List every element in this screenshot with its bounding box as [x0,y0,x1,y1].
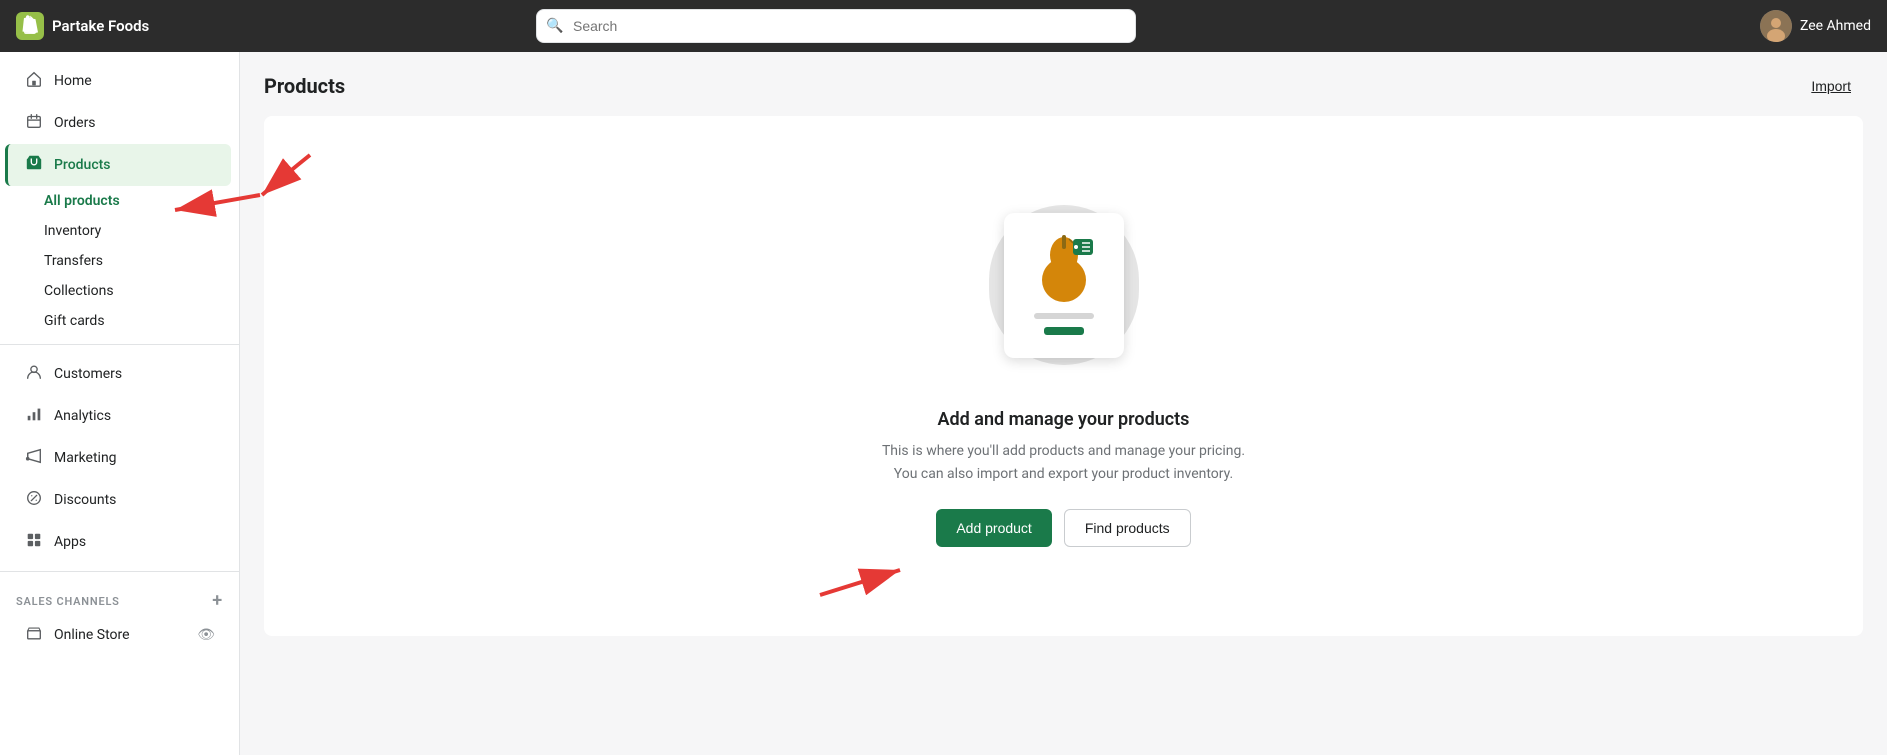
avatar [1760,10,1792,42]
search-container: 🔍 [536,9,1136,43]
orders-icon [24,112,44,134]
sales-channels-label: SALES CHANNELS [16,595,120,608]
sales-channels-section: SALES CHANNELS + [0,580,239,614]
sidebar-label-apps: Apps [54,534,86,550]
sidebar-sub-label-all-products: All products [44,193,120,209]
empty-state-card: Add and manage your products This is whe… [264,116,1863,636]
pear-svg [1029,225,1099,305]
sidebar-item-home[interactable]: Home [8,60,231,102]
online-store-icon [24,624,44,646]
products-submenu: All products Inventory Transfers Collect… [0,186,239,336]
sidebar-sub-label-transfers: Transfers [44,253,103,269]
sidebar-item-online-store[interactable]: Online Store 👁 [8,614,231,656]
sidebar: Home Orders Products All products Invent… [0,52,240,755]
discounts-icon [24,489,44,511]
sidebar-sub-label-gift-cards: Gift cards [44,313,105,329]
add-product-button[interactable]: Add product [936,509,1052,547]
product-illustration [974,185,1154,385]
marketing-icon [24,447,44,469]
illus-card [1004,213,1124,358]
sidebar-sub-inventory[interactable]: Inventory [44,216,239,246]
sidebar-label-online-store: Online Store [54,627,130,643]
sidebar-item-marketing[interactable]: Marketing [8,437,231,479]
empty-state-title: Add and manage your products [938,409,1190,430]
sidebar-label-analytics: Analytics [54,408,111,424]
online-store-eye-icon[interactable]: 👁 [197,627,215,643]
divider-1 [0,344,239,345]
find-products-button[interactable]: Find products [1064,509,1191,547]
add-sales-channel-button[interactable]: + [212,592,223,610]
sidebar-item-products[interactable]: Products [5,144,231,186]
sidebar-label-orders: Orders [54,115,96,131]
sidebar-item-customers[interactable]: Customers [8,353,231,395]
home-icon [24,70,44,92]
sidebar-label-home: Home [54,73,92,89]
cta-buttons: Add product Find products [936,509,1190,547]
divider-2 [0,571,239,572]
empty-state-description: This is where you'll add products and ma… [874,440,1254,485]
sidebar-sub-all-products[interactable]: All products [44,186,239,216]
store-logo[interactable]: Partake Foods [16,12,216,40]
sidebar-item-apps[interactable]: Apps [8,521,231,563]
topbar: Partake Foods 🔍 Zee Ahmed [0,0,1887,52]
layout: Home Orders Products All products Invent… [0,52,1887,755]
page-title: Products [264,74,345,98]
analytics-icon [24,405,44,427]
sidebar-item-analytics[interactable]: Analytics [8,395,231,437]
sidebar-item-orders[interactable]: Orders [8,102,231,144]
sidebar-sub-label-inventory: Inventory [44,223,101,239]
illus-line1 [1034,313,1094,319]
main-content: Products Import [240,52,1887,755]
products-icon [24,154,44,176]
search-input[interactable] [536,9,1136,43]
sidebar-item-discounts[interactable]: Discounts [8,479,231,521]
customers-icon [24,363,44,385]
illus-line2 [1044,327,1084,335]
sidebar-sub-label-collections: Collections [44,283,114,299]
user-name: Zee Ahmed [1800,18,1871,34]
shopify-icon [16,12,44,40]
sidebar-label-marketing: Marketing [54,450,117,466]
sidebar-label-discounts: Discounts [54,492,116,508]
sidebar-sub-transfers[interactable]: Transfers [44,246,239,276]
sidebar-label-products: Products [54,157,111,173]
sidebar-label-customers: Customers [54,366,122,382]
store-name: Partake Foods [52,17,149,35]
sidebar-sub-collections[interactable]: Collections [44,276,239,306]
apps-icon [24,531,44,553]
sidebar-sub-gift-cards[interactable]: Gift cards [44,306,239,336]
user-menu[interactable]: Zee Ahmed [1760,10,1871,42]
page-header: Products Import [240,52,1887,116]
import-button[interactable]: Import [1799,72,1863,100]
search-icon: 🔍 [546,18,563,34]
